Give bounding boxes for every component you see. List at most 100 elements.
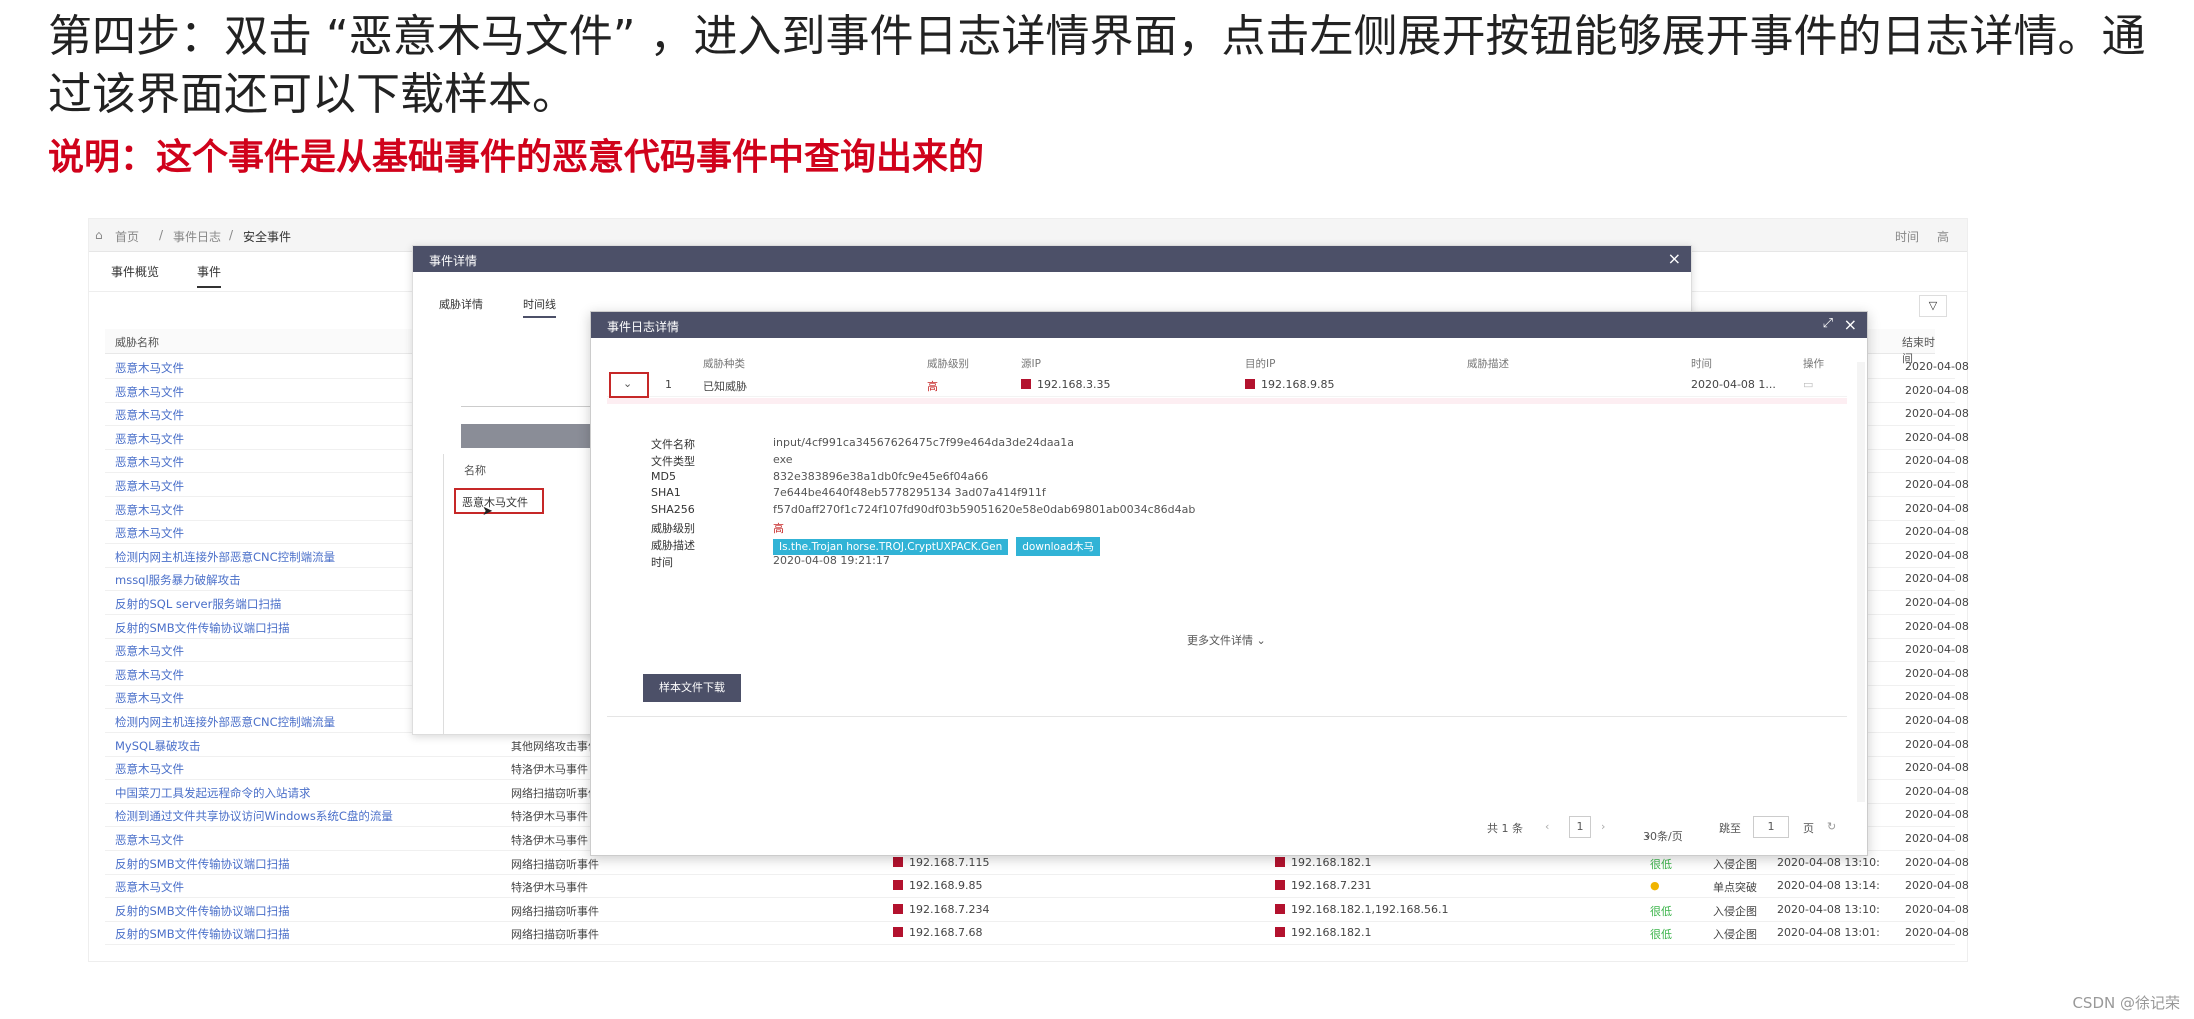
page-1-button[interactable]: 1 [1569,816,1591,838]
threat-name-link[interactable]: 检测内网主机连接外部恶意CNC控制端流量 [115,549,335,565]
end-time: 2020-04-08 [1905,407,1969,421]
next-page-icon[interactable]: › [1601,820,1605,833]
threat-name-link[interactable]: 恶意木马文件 [115,525,184,541]
maximize-icon[interactable]: ⤢ [1823,316,1833,331]
tab-timeline[interactable]: 时间线 [523,296,556,318]
danger-square-icon [1275,880,1285,891]
event-time: 2020-04-08 13:01: [1777,926,1880,940]
threat-name-link[interactable]: 反射的SMB文件传输协议端口扫描 [115,620,290,636]
tab-event[interactable]: 事件 [197,263,222,288]
threat-name-link[interactable]: 恶意木马文件 [115,761,184,777]
threat-name-link[interactable]: 恶意木马文件 [115,384,184,400]
threat-name-link[interactable]: 反射的SMB文件传输协议端口扫描 [115,926,290,942]
detail-key: 时间 [651,555,673,569]
source-ip: 192.168.7.115 [893,856,989,869]
column-time: 时间 [1691,358,1712,370]
threat-name-link[interactable]: 恶意木马文件 [115,832,184,848]
danger-square-icon [893,856,903,867]
home-icon[interactable]: ⌂ [95,228,103,242]
threat-name-link[interactable]: 反射的SMB文件传输协议端口扫描 [115,903,290,919]
breadcrumb-home[interactable]: 首页 [115,228,139,245]
detail-key: SHA1 [651,486,681,500]
table-row[interactable]: 恶意木马文件 特洛伊木马事件 192.168.9.85 192.168.7.231 ● 单… [105,874,1969,899]
more-file-details-link[interactable]: 更多文件详情 ⌄ [1187,632,1266,648]
table-row[interactable]: 反射的SMB文件传输协议端口扫描 网络扫描窃听事件 192.168.7.68 192.… [105,921,1969,946]
event-type: 特洛伊木马事件 [511,763,588,777]
column-source-ip: 源IP [1021,358,1041,370]
threat-name-link[interactable]: 恶意木马文件 [115,360,184,376]
threat-name-link[interactable]: 恶意木马文件 [115,643,184,659]
threat-name-link[interactable]: MySQL暴破攻击 [115,738,201,754]
threat-name-link[interactable]: 恶意木马文件 [115,454,184,470]
detail-value: 2020-04-08 19:21:17 [773,553,890,567]
malicious-trojan-file-item[interactable]: 恶意木马文件 [454,488,544,514]
log-detail-panel: 文件名称 input/4cf991ca34567626475c7f99e464da… [651,434,1751,634]
threat-name-link[interactable]: 恶意木马文件 [115,690,184,706]
event-type: 其他网络攻击事件 [511,739,599,753]
log-table-header: 威胁种类 威胁级别 源IP 目的IP 威胁描述 时间 操作 [607,354,1847,372]
goto-page-input[interactable]: 1 [1753,816,1789,838]
detail-row: 时间 2020-04-08 19:21:17 [651,552,1651,572]
scrollbar[interactable] [1857,362,1865,802]
row-index: 1 [665,378,672,391]
end-time: 2020-04-08 [1905,619,1969,633]
end-time: 2020-04-08 [1905,690,1969,704]
watermark: CSDN @徐记荣 [2072,994,2180,1012]
threat-name-link[interactable]: mssql服务暴力破解攻击 [115,572,241,588]
step-instruction-text: 第四步：双击 “恶意木马文件” ，进入到事件日志详情界面，点击左侧展开按钮能够展… [48,11,2146,120]
close-icon[interactable]: × [1668,249,1681,268]
column-threat-name[interactable]: 威胁名称 [115,334,159,350]
end-time: 2020-04-08 [1905,855,1969,869]
sample-file-download-button[interactable]: 样本文件下载 [643,674,741,702]
threat-name-link[interactable]: 恶意木马文件 [115,431,184,447]
attack-stage: 单点突破 [1713,881,1757,895]
event-type: 特洛伊木马事件 [511,834,588,847]
threat-name-link[interactable]: 反射的SMB文件传输协议端口扫描 [115,856,290,872]
detail-value: 832e383896e38a1db0fc9e45e6f04a66 [773,469,989,483]
threat-name-link[interactable]: 反射的SQL server服务端口扫描 [115,596,281,612]
filter-icon[interactable]: ▽ [1919,295,1947,317]
threat-name-link[interactable]: 恶意木马文件 [115,407,184,423]
breadcrumb-event-log[interactable]: 事件日志 [173,228,221,245]
log-table-row[interactable]: ⌄ 1 已知威胁 高 192.168.3.35 192.168.9.85 202… [607,372,1847,398]
threat-name-link[interactable]: 恶意木马文件 [115,478,184,494]
page-unit: 页 [1803,822,1814,835]
event-time: 2020-04-08 13:10: [1777,855,1880,869]
threat-name-link[interactable]: 检测到通过文件共享协议访问Windows系统C盘的流量 [115,808,393,824]
total-count: 共 1 条 [1487,822,1523,835]
danger-square-icon [1275,927,1285,938]
detail-value: f57d0aff270f1c724f107fd90df03b59051620e5… [773,503,1196,517]
threat-level: 很低 [1650,857,1672,871]
end-time: 2020-04-08 [1905,902,1969,916]
expand-row-button[interactable]: ⌄ [609,372,649,398]
danger-square-icon [1021,379,1031,389]
end-time: 2020-04-08 [1905,360,1969,373]
attack-stage: 入侵企图 [1713,928,1757,942]
row-threat-kind: 已知威胁 [703,380,747,393]
threat-name-link[interactable]: 恶意木马文件 [115,879,184,895]
end-time: 2020-04-08 [1905,808,1969,822]
detail-key: 文件名称 [651,438,695,451]
threat-name-link[interactable]: 检测内网主机连接外部恶意CNC控制端流量 [115,714,335,730]
danger-square-icon [1275,903,1285,914]
prev-page-icon[interactable]: ‹ [1545,820,1549,833]
event-detail-title: 事件详情 [429,254,478,268]
danger-square-icon [893,880,903,891]
threat-level: 很低 [1650,904,1672,918]
destination-ip: 192.168.182.1,192.168.56.1 [1275,903,1448,916]
table-row[interactable]: 反射的SMB文件传输协议端口扫描 网络扫描窃听事件 192.168.7.234 192… [105,898,1969,922]
column-threat-level: 威胁级别 [927,358,969,370]
tab-threat-detail[interactable]: 威胁详情 [439,296,483,312]
event-log-detail-header: 事件日志详情 ⤢ × [591,312,1867,338]
close-icon[interactable]: × [1844,315,1857,334]
threat-name-link[interactable]: 中国菜刀工具发起远程命令的入站请求 [115,785,311,801]
destination-ip: 192.168.182.1 [1275,926,1371,939]
threat-level: 很低 [1650,928,1672,942]
threat-name-link[interactable]: 恶意木马文件 [115,502,184,518]
level-filter[interactable]: 高 [1937,228,1949,245]
refresh-icon[interactable]: ↻ [1827,820,1836,833]
threat-name-link[interactable]: 恶意木马文件 [115,667,184,683]
view-icon[interactable]: ▭ [1803,378,1813,391]
time-filter[interactable]: 时间 [1895,228,1919,245]
tab-event-overview[interactable]: 事件概览 [111,263,159,280]
